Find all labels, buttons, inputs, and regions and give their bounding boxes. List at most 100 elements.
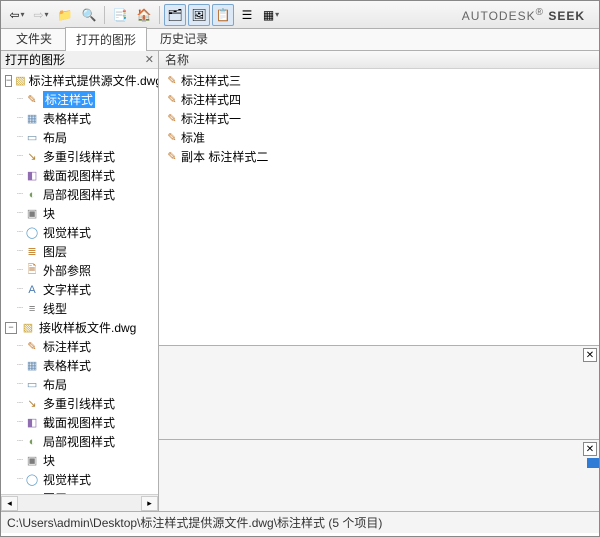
tree-item-label: 视觉样式 — [43, 224, 91, 241]
tree-icon: 🗂 — [167, 8, 182, 22]
description-close-button[interactable]: ✕ — [583, 442, 597, 456]
dim-style-icon: ✎ — [163, 74, 181, 87]
tree-item-section[interactable]: ┈◧截面视图样式 — [1, 166, 158, 185]
description-icon: 📋 — [216, 8, 231, 22]
scroll-right-button[interactable]: ▸ — [141, 496, 158, 511]
description-toggle-button[interactable]: 📋 — [212, 4, 234, 26]
forward-button[interactable]: ⇨▾ — [30, 4, 52, 26]
dim-style-icon: ✎ — [24, 93, 40, 107]
xref-icon: 🗎 — [24, 264, 40, 278]
tree-item-visual[interactable]: ┈◯视觉样式 — [1, 223, 158, 242]
view-icon: ▦ — [263, 8, 274, 22]
list-item[interactable]: ✎标注样式三 — [159, 71, 599, 90]
search-button[interactable]: 🔍 — [78, 4, 100, 26]
tree-item-layout[interactable]: ┈▭布局 — [1, 375, 158, 394]
tree-item-dim[interactable]: ┈✎标注样式 — [1, 90, 158, 109]
list-item[interactable]: ✎副本 标注样式二 — [159, 147, 599, 166]
preview-close-button[interactable]: ✕ — [583, 348, 597, 362]
content-list: ✎标注样式三 ✎标注样式四 ✎标注样式一 ✎标准 ✎副本 标注样式二 — [159, 69, 599, 345]
view-list-button[interactable]: ☰ — [236, 4, 258, 26]
tree-line: ┈ — [17, 284, 22, 295]
back-button[interactable]: ⇦▾ — [6, 4, 28, 26]
tree-item-block[interactable]: ┈▣块 — [1, 451, 158, 470]
tree-file-node[interactable]: − ▧ 标注样式提供源文件.dwg — [1, 71, 158, 90]
tree-line: ┈ — [17, 474, 22, 485]
view-options-button[interactable]: ▦▾ — [260, 4, 282, 26]
tree-line: ┈ — [17, 379, 22, 390]
preview-toggle-button[interactable]: 🖼 — [188, 4, 210, 26]
tree-line: ┈ — [17, 417, 22, 428]
tab-folders[interactable]: 文件夹 — [5, 26, 63, 50]
tab-history[interactable]: 历史记录 — [149, 26, 219, 50]
preview-pane: ✕ — [159, 345, 599, 439]
tree-item-detail[interactable]: ┈◐局部视图样式 — [1, 432, 158, 451]
tree-line: ┈ — [17, 341, 22, 352]
tree-line: ┈ — [17, 455, 22, 466]
collapse-icon[interactable]: − — [5, 322, 17, 334]
mleader-icon: ↘ — [24, 150, 40, 164]
list-icon: ☰ — [242, 8, 253, 22]
tree-item-table[interactable]: ┈▦表格样式 — [1, 356, 158, 375]
tree-item-dim[interactable]: ┈✎标注样式 — [1, 337, 158, 356]
tree-item-detail[interactable]: ┈◐局部视图样式 — [1, 185, 158, 204]
tab-open-drawings[interactable]: 打开的图形 — [65, 27, 147, 51]
home-button[interactable]: 🏠 — [133, 4, 155, 26]
table-style-icon: ▦ — [24, 359, 40, 373]
dim-style-icon: ✎ — [163, 93, 181, 106]
separator — [159, 6, 160, 24]
tree-item-layout[interactable]: ┈▭布局 — [1, 128, 158, 147]
list-item[interactable]: ✎标注样式四 — [159, 90, 599, 109]
tree-item-line[interactable]: ┈≡线型 — [1, 299, 158, 318]
separator — [104, 6, 105, 24]
tree-horizontal-scrollbar[interactable]: ◂ ▸ — [1, 494, 158, 511]
tree-item-label: 截面视图样式 — [43, 167, 115, 184]
scroll-left-button[interactable]: ◂ — [1, 496, 18, 511]
tree-item-layer[interactable]: ┈≣图层 — [1, 242, 158, 261]
linetype-icon: ≡ — [24, 302, 40, 316]
tree-line: ┈ — [17, 398, 22, 409]
tree-item-label: 视觉样式 — [43, 471, 91, 488]
tree-close-button[interactable]: ✕ — [145, 53, 154, 66]
tree-item-mleader[interactable]: ┈↘多重引线样式 — [1, 147, 158, 166]
tree-item-label: 局部视图样式 — [43, 433, 115, 450]
tree-line: ┈ — [17, 208, 22, 219]
main-area: 打开的图形 ✕ − ▧ 标注样式提供源文件.dwg ┈✎标注样式 ┈▦表格样式 … — [1, 51, 599, 511]
list-item[interactable]: ✎标准 — [159, 128, 599, 147]
tree-header-label: 打开的图形 — [5, 51, 65, 68]
tree-item-label: 标注样式 — [43, 338, 91, 355]
tree-item-section[interactable]: ┈◧截面视图样式 — [1, 413, 158, 432]
collapse-icon[interactable]: − — [5, 75, 12, 87]
tree-file-node[interactable]: − ▧ 接收样板文件.dwg — [1, 318, 158, 337]
tree-item-label: 图层 — [43, 243, 67, 260]
tree-item-block[interactable]: ┈▣块 — [1, 204, 158, 223]
tree-item-xref[interactable]: ┈🗎外部参照 — [1, 261, 158, 280]
chevron-down-icon: ▾ — [21, 10, 25, 19]
tree-item-label: 块 — [43, 452, 55, 469]
tree-line: ┈ — [17, 170, 22, 181]
favorites-button[interactable]: 📑 — [109, 4, 131, 26]
list-header-name[interactable]: 名称 — [159, 51, 599, 69]
list-item[interactable]: ✎标注样式一 — [159, 109, 599, 128]
tree-toggle-button[interactable]: 🗂 — [164, 4, 186, 26]
tree-item-mleader[interactable]: ┈↘多重引线样式 — [1, 394, 158, 413]
tree-line: ┈ — [17, 227, 22, 238]
text-icon: A — [24, 283, 40, 297]
tree-line: ┈ — [17, 246, 22, 257]
detail-icon: ◐ — [24, 435, 40, 449]
dwg-icon: ▧ — [20, 321, 36, 335]
up-button[interactable]: 📁 — [54, 4, 76, 26]
folder-up-icon: 📁 — [58, 8, 73, 22]
block-icon: ▣ — [24, 207, 40, 221]
tree-file-label: 标注样式提供源文件.dwg — [29, 72, 158, 89]
tree-item-label: 局部视图样式 — [43, 186, 115, 203]
tree: − ▧ 标注样式提供源文件.dwg ┈✎标注样式 ┈▦表格样式 ┈▭布局 ┈↘多… — [1, 69, 158, 494]
tree-item-table[interactable]: ┈▦表格样式 — [1, 109, 158, 128]
dim-style-icon: ✎ — [163, 131, 181, 144]
detail-icon: ◐ — [24, 188, 40, 202]
tree-item-text[interactable]: ┈A文字样式 — [1, 280, 158, 299]
scroll-track[interactable] — [18, 496, 141, 511]
list-item-label: 标注样式一 — [181, 110, 241, 127]
tree-item-label: 外部参照 — [43, 262, 91, 279]
tree-item-visual[interactable]: ┈◯视觉样式 — [1, 470, 158, 489]
back-icon: ⇦ — [9, 8, 19, 22]
